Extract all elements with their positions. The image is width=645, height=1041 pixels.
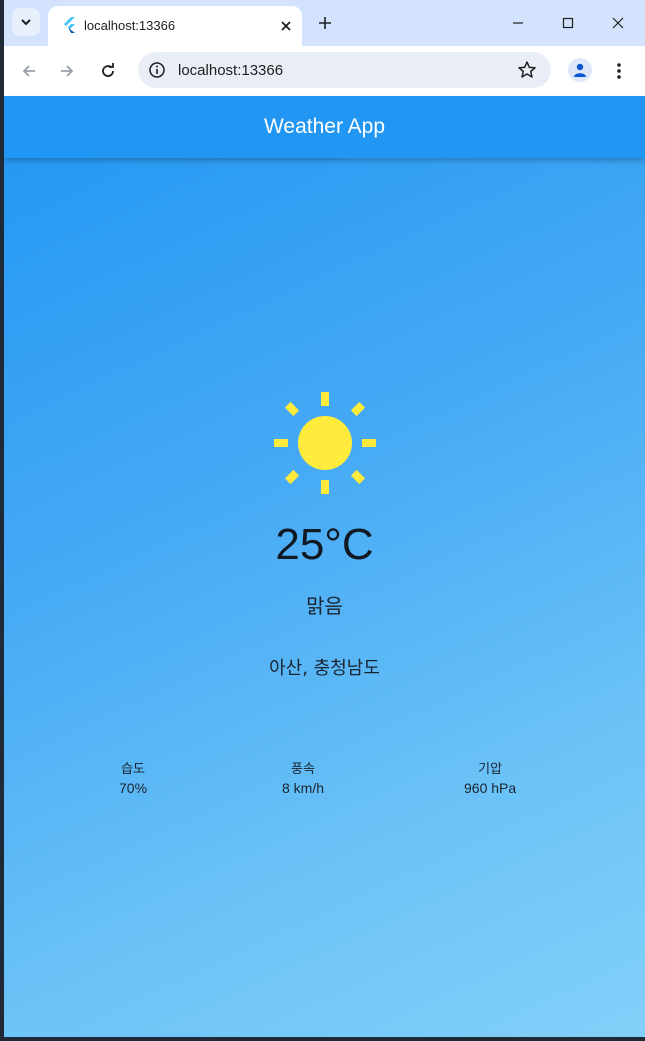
temperature: 25°C <box>275 520 374 569</box>
back-button[interactable] <box>16 58 42 84</box>
person-icon <box>574 63 586 77</box>
maximize-icon <box>562 17 574 29</box>
stat-value: 70% <box>119 780 148 796</box>
tab-strip: localhost:13366 <box>4 0 645 46</box>
weather-app: Weather App 25°C 맑음 아산, 충청남도 습도 70% 풍속 8… <box>4 96 645 1037</box>
forward-button[interactable] <box>54 58 80 84</box>
arrow-left-icon <box>22 65 35 77</box>
new-tab-button[interactable] <box>314 12 336 34</box>
tab-search-button[interactable] <box>12 8 40 36</box>
plus-icon <box>319 17 331 29</box>
info-icon[interactable] <box>148 61 166 79</box>
reload-button[interactable] <box>95 58 121 84</box>
stat-value: 8 km/h <box>282 780 325 796</box>
browser-window: localhost:13366 localhost:13366 Weather … <box>4 0 645 1037</box>
browser-toolbar: localhost:13366 <box>4 46 645 96</box>
flutter-icon <box>64 17 75 33</box>
app-bar: Weather App <box>4 96 645 158</box>
stat-label: 풍속 <box>291 762 315 777</box>
maximize-button[interactable] <box>555 10 581 36</box>
close-icon <box>281 21 291 31</box>
wind-speed-stat: 풍속 8 km/h <box>282 758 324 796</box>
close-icon <box>612 17 624 29</box>
tab-close-button[interactable] <box>276 16 296 36</box>
address-bar[interactable]: localhost:13366 <box>138 52 551 88</box>
window-close-button[interactable] <box>605 10 631 36</box>
browser-menu-button[interactable] <box>610 58 628 84</box>
app-title: Weather App <box>263 115 386 138</box>
stat-value: 960 hPa <box>464 780 517 796</box>
url-text[interactable]: localhost:13366 <box>178 62 283 79</box>
location: 아산, 충청남도 <box>269 658 380 679</box>
minimize-icon <box>513 22 523 24</box>
humidity-stat: 습도 70% <box>119 758 147 796</box>
weather-condition: 맑음 <box>306 594 343 618</box>
stat-label: 기압 <box>478 762 503 777</box>
sun-icon <box>274 392 376 494</box>
browser-tab[interactable]: localhost:13366 <box>48 6 302 46</box>
reload-icon <box>102 63 114 77</box>
more-vert-icon <box>617 63 621 79</box>
profile-button[interactable] <box>568 58 592 82</box>
tab-title: localhost:13366 <box>84 18 176 33</box>
stat-label: 습도 <box>121 762 145 777</box>
pressure-stat: 기압 960 hPa <box>464 758 516 796</box>
chevron-down-icon <box>21 19 31 26</box>
star-icon[interactable] <box>517 60 537 80</box>
minimize-button[interactable] <box>505 10 531 36</box>
arrow-right-icon <box>61 65 74 77</box>
